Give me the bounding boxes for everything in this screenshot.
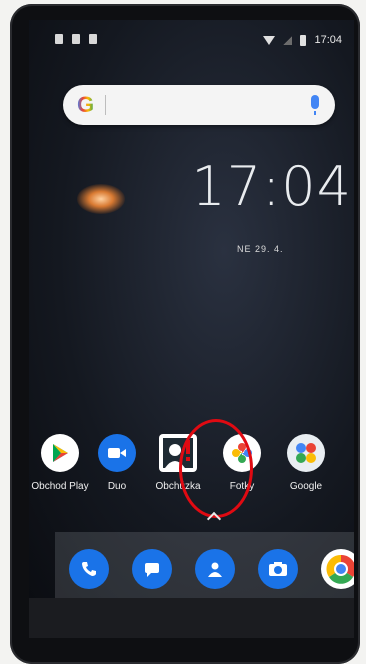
notification-icon <box>55 34 63 44</box>
google-folder-icon <box>287 434 325 472</box>
home-date[interactable]: NE 29. 4. <box>237 244 284 254</box>
signal-icon <box>283 35 293 45</box>
home-screen: 17:04 G 17:04 NE 29. 4. Obchod Play Duo … <box>29 20 354 598</box>
wifi-icon <box>263 35 276 45</box>
status-time: 17:04 <box>314 34 342 46</box>
system-icons: 17:04 <box>263 34 342 46</box>
duo-icon <box>98 434 136 472</box>
app-label: Duo <box>107 481 127 492</box>
app-label: Google <box>289 481 323 492</box>
camera-icon[interactable] <box>258 549 298 589</box>
notification-icons <box>55 34 97 44</box>
light-glare <box>77 184 125 214</box>
notification-icon <box>89 34 97 44</box>
app-duo[interactable]: Duo <box>86 434 148 492</box>
chrome-icon[interactable] <box>321 549 354 589</box>
google-g-icon: G <box>77 92 95 117</box>
play-store-icon <box>41 434 79 472</box>
battery-icon <box>300 34 307 46</box>
status-bar: 17:04 <box>29 20 354 60</box>
app-label: Obchod Play <box>31 481 89 492</box>
contacts-icon[interactable] <box>195 549 235 589</box>
mic-icon[interactable] <box>311 95 319 115</box>
notification-icon <box>72 34 80 44</box>
home-clock[interactable]: 17:04 <box>191 155 352 218</box>
messages-icon[interactable] <box>132 549 172 589</box>
phone-chin <box>29 598 354 638</box>
highlight-circle <box>179 419 253 518</box>
app-obchod-play[interactable]: Obchod Play <box>29 434 91 492</box>
search-divider <box>105 95 106 115</box>
app-google-folder[interactable]: Google <box>275 434 337 492</box>
google-search-bar[interactable]: G <box>63 85 335 125</box>
phone-body: 17:04 G 17:04 NE 29. 4. Obchod Play Duo … <box>10 4 360 664</box>
phone-icon[interactable] <box>69 549 109 589</box>
dock <box>55 532 354 598</box>
